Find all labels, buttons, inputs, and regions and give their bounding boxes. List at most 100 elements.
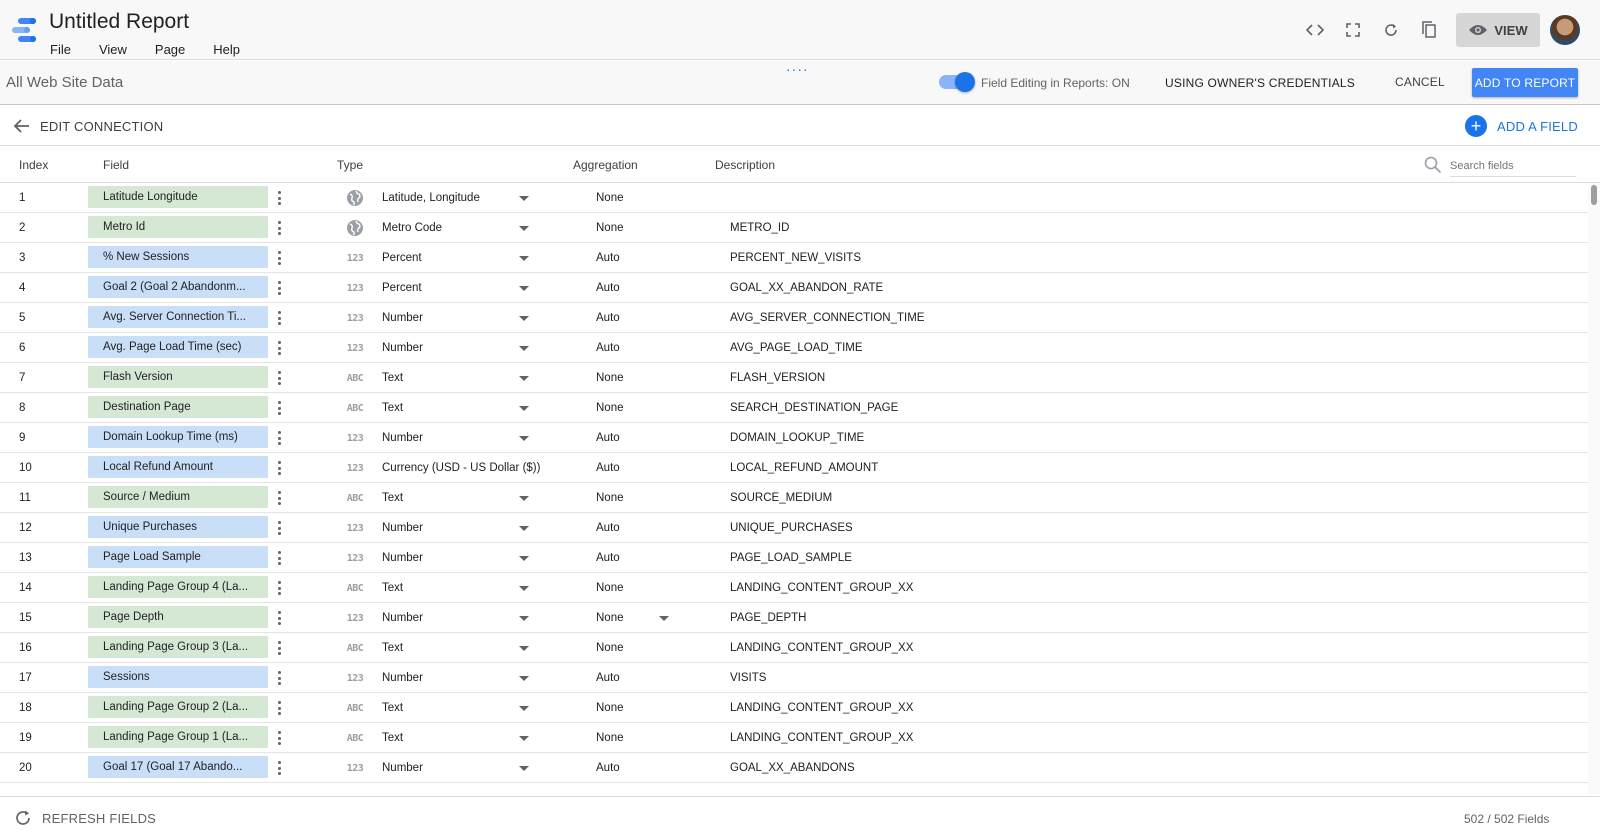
table-row[interactable]: 14 Landing Page Group 4 (La... ABC Text None… [0,573,1588,603]
field-name-chip[interactable]: Local Refund Amount [88,456,268,478]
embed-code-icon[interactable] [1305,20,1325,40]
refresh-icon[interactable] [1381,20,1401,40]
aggregation-select[interactable]: None [596,702,624,714]
field-name-chip[interactable]: Page Depth [88,606,268,628]
field-name-chip[interactable]: Latitude Longitude [88,186,268,208]
type-dropdown-arrow-icon[interactable] [519,286,529,291]
type-dropdown-arrow-icon[interactable] [519,616,529,621]
field-description[interactable]: LANDING_CONTENT_GROUP_XX [730,642,913,654]
column-header-aggregation[interactable]: Aggregation [573,158,638,172]
table-row[interactable]: 11 Source / Medium ABC Text None SOURCE_MEDIU… [0,483,1588,513]
table-row[interactable]: 10 Local Refund Amount 123 Currency (USD - … [0,453,1588,483]
field-type-select[interactable]: Metro Code [382,222,442,234]
menu-file[interactable]: File [50,42,71,57]
field-type-select[interactable]: Percent [382,282,422,294]
column-header-description[interactable]: Description [715,158,775,172]
table-row[interactable]: 15 Page Depth 123 Number None PAGE_DEPTH [0,603,1588,633]
type-dropdown-arrow-icon[interactable] [519,676,529,681]
type-dropdown-arrow-icon[interactable] [519,496,529,501]
cancel-button[interactable]: CANCEL [1395,75,1445,89]
field-type-select[interactable]: Latitude, Longitude [382,192,480,204]
back-arrow-icon[interactable] [12,116,32,136]
field-type-select[interactable]: Text [382,492,403,504]
field-description[interactable]: PERCENT_NEW_VISITS [730,252,861,264]
view-button[interactable]: VIEW [1456,13,1540,47]
column-header-field[interactable]: Field [103,158,129,172]
table-row[interactable]: 16 Landing Page Group 3 (La... ABC Text None… [0,633,1588,663]
more-options-icon[interactable] [276,489,282,507]
field-type-select[interactable]: Text [382,732,403,744]
field-name-chip[interactable]: Sessions [88,666,268,688]
field-name-chip[interactable]: Source / Medium [88,486,268,508]
field-type-select[interactable]: Number [382,522,423,534]
field-description[interactable]: UNIQUE_PURCHASES [730,522,853,534]
type-dropdown-arrow-icon[interactable] [519,376,529,381]
table-row[interactable]: 17 Sessions 123 Number Auto VISITS [0,663,1588,693]
type-dropdown-arrow-icon[interactable] [519,196,529,201]
field-name-chip[interactable]: Destination Page [88,396,268,418]
refresh-fields-icon[interactable] [13,808,33,828]
more-options-icon[interactable] [276,519,282,537]
field-description[interactable]: LANDING_CONTENT_GROUP_XX [730,732,913,744]
column-header-index[interactable]: Index [19,158,48,172]
field-name-chip[interactable]: Landing Page Group 1 (La... [88,726,268,748]
table-row[interactable]: 4 Goal 2 (Goal 2 Abandonm... 123 Percent Aut… [0,273,1588,303]
aggregation-select[interactable]: None [596,582,624,594]
fullscreen-icon[interactable] [1343,20,1363,40]
field-description[interactable]: GOAL_XX_ABANDON_RATE [730,282,883,294]
field-name-chip[interactable]: Avg. Page Load Time (sec) [88,336,268,358]
type-dropdown-arrow-icon[interactable] [519,526,529,531]
type-dropdown-arrow-icon[interactable] [519,256,529,261]
field-name-chip[interactable]: Landing Page Group 4 (La... [88,576,268,598]
aggregation-select[interactable]: None [596,492,624,504]
table-row[interactable]: 5 Avg. Server Connection Ti... 123 Number Au… [0,303,1588,333]
aggregation-select[interactable]: None [596,612,624,624]
more-options-icon[interactable] [276,459,282,477]
type-dropdown-arrow-icon[interactable] [519,706,529,711]
field-description[interactable]: SOURCE_MEDIUM [730,492,832,504]
drag-handle-icon[interactable]: ···· [786,61,809,77]
field-description[interactable]: FLASH_VERSION [730,372,825,384]
aggregation-select[interactable]: None [596,402,624,414]
field-description[interactable]: AVG_PAGE_LOAD_TIME [730,342,863,354]
field-name-chip[interactable]: Goal 17 (Goal 17 Abando... [88,756,268,778]
field-name-chip[interactable]: % New Sessions [88,246,268,268]
type-dropdown-arrow-icon[interactable] [519,436,529,441]
field-description[interactable]: METRO_ID [730,222,789,234]
field-description[interactable]: AVG_SERVER_CONNECTION_TIME [730,312,924,324]
field-editing-toggle[interactable] [939,72,975,92]
table-row[interactable]: 13 Page Load Sample 123 Number Auto PAGE_LOAD… [0,543,1588,573]
table-row[interactable]: 1 Latitude Longitude Latitude, Longitude No… [0,183,1588,213]
aggregation-select[interactable]: Auto [596,522,620,534]
field-type-select[interactable]: Number [382,762,423,774]
more-options-icon[interactable] [276,609,282,627]
more-options-icon[interactable] [276,339,282,357]
field-description[interactable]: DOMAIN_LOOKUP_TIME [730,432,864,444]
type-dropdown-arrow-icon[interactable] [519,226,529,231]
field-type-select[interactable]: Number [382,672,423,684]
field-description[interactable]: SEARCH_DESTINATION_PAGE [730,402,898,414]
table-row[interactable]: 6 Avg. Page Load Time (sec) 123 Number Auto A… [0,333,1588,363]
field-name-chip[interactable]: Metro Id [88,216,268,238]
type-dropdown-arrow-icon[interactable] [519,346,529,351]
refresh-fields-button[interactable]: REFRESH FIELDS [42,811,156,826]
scrollbar[interactable] [1588,183,1600,795]
field-type-select[interactable]: Number [382,312,423,324]
add-field-button[interactable]: + ADD A FIELD [1465,115,1578,137]
aggregation-select[interactable]: Auto [596,672,620,684]
more-options-icon[interactable] [276,249,282,267]
type-dropdown-arrow-icon[interactable] [519,406,529,411]
type-dropdown-arrow-icon[interactable] [519,646,529,651]
report-title[interactable]: Untitled Report [49,10,189,34]
table-row[interactable]: 8 Destination Page ABC Text None SEARCH_DESTI… [0,393,1588,423]
field-type-select[interactable]: Percent [382,252,422,264]
table-row[interactable]: 2 Metro Id Metro Code None METRO_ID [0,213,1588,243]
field-type-select[interactable]: Text [382,702,403,714]
aggregation-select[interactable]: Auto [596,282,620,294]
field-description[interactable]: VISITS [730,672,766,684]
aggregation-select[interactable]: Auto [596,552,620,564]
field-name-chip[interactable]: Avg. Server Connection Ti... [88,306,268,328]
aggregation-select[interactable]: Auto [596,342,620,354]
more-options-icon[interactable] [276,369,282,387]
aggregation-select[interactable]: None [596,222,624,234]
